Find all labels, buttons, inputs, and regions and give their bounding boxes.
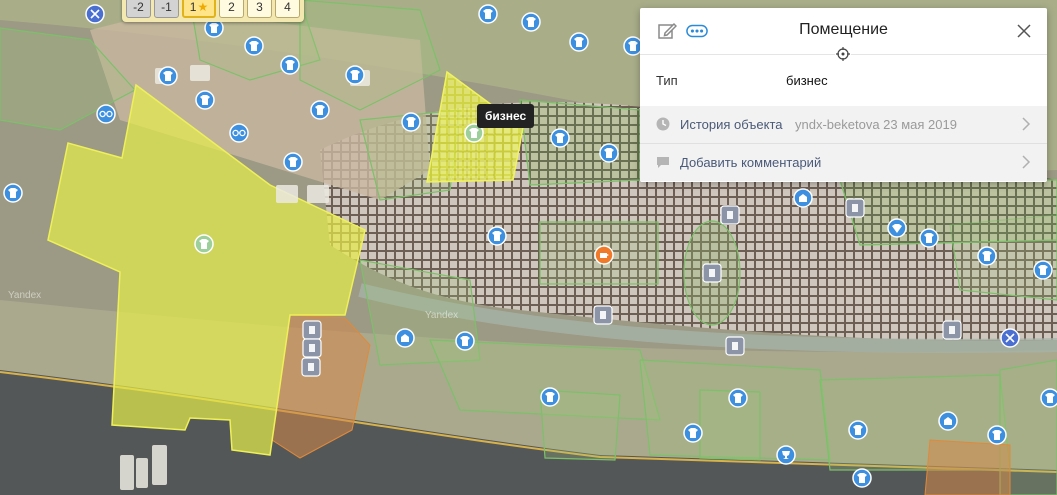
type-row: Тип бизнес <box>640 54 1047 106</box>
floor-label: 1 <box>189 0 197 14</box>
clothing-icon[interactable] <box>1040 388 1057 408</box>
comment-row[interactable]: Добавить комментарий <box>640 144 1047 181</box>
gift-icon[interactable] <box>593 305 613 325</box>
star-icon: ★ <box>197 0 209 14</box>
laundry-icon[interactable] <box>938 411 958 431</box>
clothing-icon[interactable] <box>158 66 178 86</box>
floor-button-minus-2[interactable]: -2 <box>126 0 151 18</box>
clock-icon <box>656 117 670 134</box>
clothing-icon[interactable] <box>194 234 214 254</box>
laundry-icon[interactable] <box>793 188 813 208</box>
chevron-right-icon <box>1021 116 1031 135</box>
clothing-icon[interactable] <box>977 246 997 266</box>
watermark-1: Yandex <box>8 290 41 301</box>
clothing-icon[interactable] <box>599 143 619 163</box>
cafe-icon[interactable] <box>594 245 614 265</box>
clothing-icon[interactable] <box>540 387 560 407</box>
restroom-icon[interactable] <box>302 320 322 340</box>
laundry-icon[interactable] <box>942 320 962 340</box>
scissors-icon[interactable] <box>85 4 105 24</box>
info-icon[interactable] <box>720 205 740 225</box>
clothing-icon[interactable] <box>569 32 589 52</box>
diamond-icon[interactable] <box>887 218 907 238</box>
clothing-icon[interactable] <box>919 228 939 248</box>
chevron-right-icon <box>1021 154 1031 173</box>
comment-label: Добавить комментарий <box>680 155 822 170</box>
clothing-icon[interactable] <box>521 12 541 32</box>
clothing-icon[interactable] <box>3 183 23 203</box>
baby-icon[interactable] <box>301 357 321 377</box>
floor-label: -1 <box>161 0 172 14</box>
clothing-icon[interactable] <box>283 152 303 172</box>
panel-title: Помещение <box>799 21 888 38</box>
clothing-icon[interactable] <box>550 128 570 148</box>
clothing-icon[interactable] <box>401 112 421 132</box>
history-meta: yndx-beketova 23 мая 2019 <box>795 117 957 132</box>
floor-button-1[interactable]: 1 ★ <box>182 0 216 18</box>
close-icon[interactable] <box>1013 20 1035 42</box>
clothing-icon[interactable] <box>478 4 498 24</box>
dolphin-icon[interactable] <box>702 263 722 283</box>
laundry-icon[interactable] <box>395 328 415 348</box>
floor-selector: -2 -1 1 ★ 2 3 4 <box>122 0 304 22</box>
floor-label: 3 <box>256 0 263 14</box>
glasses-icon[interactable] <box>96 104 116 124</box>
clothing-icon[interactable] <box>345 65 365 85</box>
ticket-icon[interactable] <box>725 336 745 356</box>
laundry-icon[interactable] <box>845 198 865 218</box>
clothing-icon[interactable] <box>280 55 300 75</box>
clothing-icon[interactable] <box>487 226 507 246</box>
floor-button-3[interactable]: 3 <box>247 0 272 18</box>
clothing-icon[interactable] <box>852 468 872 488</box>
history-row[interactable]: История объекта yndx-beketova 23 мая 201… <box>640 106 1047 143</box>
floor-button-minus-1[interactable]: -1 <box>154 0 179 18</box>
type-label: Тип <box>656 72 678 88</box>
clothing-icon[interactable] <box>683 423 703 443</box>
clothing-icon[interactable] <box>728 388 748 408</box>
trophy-icon[interactable] <box>776 445 796 465</box>
floor-button-2[interactable]: 2 <box>219 0 244 18</box>
map-tooltip: бизнес <box>477 104 535 128</box>
clothing-icon[interactable] <box>244 36 264 56</box>
type-value: бизнес <box>786 72 828 88</box>
object-info-panel: Помещение Тип бизнес История объекта ynd… <box>640 8 1047 182</box>
floor-label: 4 <box>284 0 291 14</box>
comment-icon <box>656 155 670 172</box>
clothing-icon[interactable] <box>987 425 1007 445</box>
clothing-icon[interactable] <box>195 90 215 110</box>
scissors-icon[interactable] <box>1000 328 1020 348</box>
panel-header: Помещение <box>640 8 1047 62</box>
watermark-2: Yandex <box>425 310 458 321</box>
clothing-icon[interactable] <box>455 331 475 351</box>
floor-label: 2 <box>228 0 235 14</box>
history-label: История объекта <box>680 117 783 132</box>
floor-button-4[interactable]: 4 <box>275 0 300 18</box>
glasses-icon[interactable] <box>229 123 249 143</box>
clothing-icon[interactable] <box>1033 260 1053 280</box>
restroom-icon[interactable] <box>302 338 322 358</box>
floor-label: -2 <box>133 0 144 14</box>
clothing-icon[interactable] <box>310 100 330 120</box>
clothing-icon[interactable] <box>848 420 868 440</box>
